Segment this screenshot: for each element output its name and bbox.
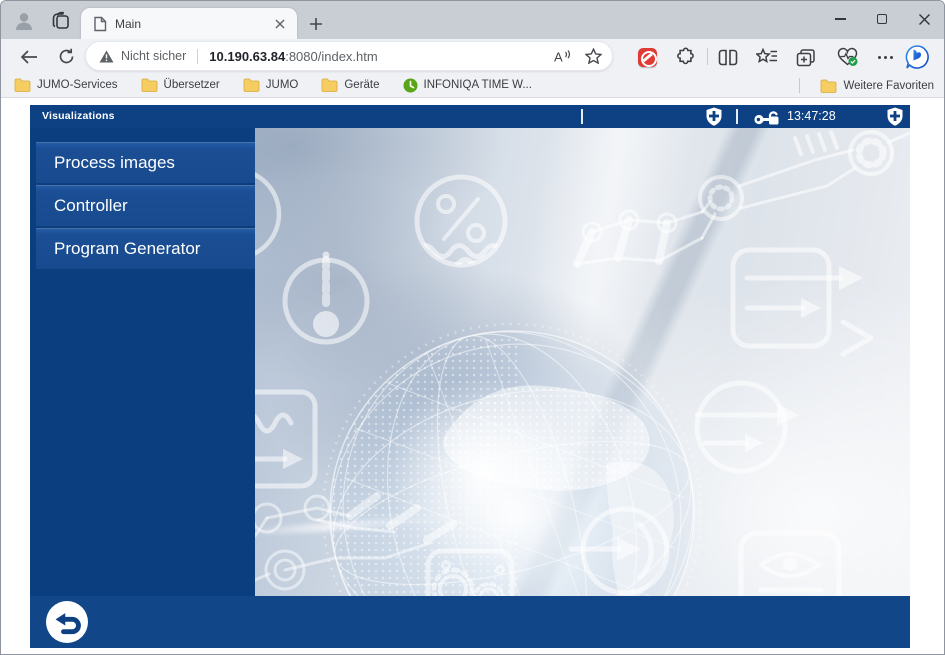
close-window-button[interactable] [907,1,941,37]
refresh-icon [58,48,75,65]
title-bar: Main [1,1,944,39]
hero-image [255,128,910,596]
collections-button[interactable] [793,44,819,70]
adblock-extension-button[interactable] [634,44,660,70]
url-path: :8080/index.htm [285,49,378,64]
humidity-percent-icon [417,177,505,271]
shield-plus-icon[interactable] [706,107,722,126]
eye-monitor-icon [741,533,839,596]
maximize-button[interactable] [865,1,899,37]
back-arrow-icon [52,607,82,637]
folder-icon [243,78,260,92]
shield-plus-icon[interactable] [887,107,903,126]
bookmark-uebersetzer[interactable]: Übersetzer [141,75,220,95]
settings-more-button[interactable] [872,44,898,70]
svg-text:A: A [554,49,563,64]
sidebar-item-process-images[interactable]: Process images [36,142,255,183]
url-host: 10.190.63.84 [209,49,285,64]
split-screen-icon [718,49,738,66]
app-header: Visualizations 13:47:28 [30,105,910,128]
back-button[interactable] [15,43,42,70]
bookmarks-divider [799,78,800,93]
header-divider [736,109,738,124]
folder-icon [820,79,837,93]
favorites-hub-button[interactable] [754,44,780,70]
bookmark-label: Geräte [344,79,379,91]
page-favicon-icon [93,16,107,32]
bookmark-jumo-services[interactable]: JUMO-Services [14,75,118,95]
iot-globe-artwork [255,128,910,596]
tab-close-button[interactable] [271,15,289,33]
tab-main[interactable]: Main [81,8,297,39]
adblock-icon [638,48,657,67]
bookmarks-bar: JUMO-Services Übersetzer JUMO Geräte INF… [1,73,944,98]
page-viewport: Visualizations 13:47:28 [1,99,944,654]
refresh-button[interactable] [53,43,80,70]
browser-window: Main [0,0,945,655]
sidebar-item-controller[interactable]: Controller [36,185,255,226]
signal-record-icon [255,392,315,486]
plus-icon [309,17,323,31]
key-unlock-icon[interactable] [754,108,780,126]
folder-icon [14,78,31,92]
add-favorite-star-icon[interactable] [585,48,602,64]
bookmark-geraete[interactable]: Geräte [321,75,379,95]
bookmark-jumo[interactable]: JUMO [243,75,299,95]
minimize-icon [835,18,846,20]
bookmark-label: JUMO-Services [37,79,118,91]
bookmark-label: Übersetzer [164,79,220,91]
toolbar-divider [707,48,708,65]
split-screen-button[interactable] [715,44,741,70]
bookmark-label: Weitere Favoriten [843,80,934,92]
app-footer [30,596,910,648]
extensions-button[interactable] [673,44,699,70]
bookmark-infoniqa[interactable]: INFONIQA TIME W... [403,75,532,95]
favorites-hub-icon [756,48,778,66]
collections-add-icon [796,48,816,67]
partial-circle-icon [255,170,279,258]
copilot-button[interactable] [904,44,930,70]
more-dots-icon [878,56,893,59]
read-aloud-icon[interactable]: A [553,49,571,64]
io-arrows-icon [733,250,871,354]
profile-button[interactable] [10,7,38,35]
page-title: Visualizations [42,105,115,128]
temperature-icon [285,252,367,343]
more-favorites-button[interactable]: Weitere Favoriten [820,76,934,96]
maximize-icon [877,14,887,24]
address-bar[interactable]: Nicht sicher 10.190.63.84 :8080/index.ht… [85,41,613,71]
url-divider [197,49,198,64]
navigation-toolbar: Nicht sicher 10.190.63.84 :8080/index.ht… [1,39,944,73]
output-arrows-circle-icon [697,383,799,471]
warning-triangle-icon[interactable] [99,50,114,63]
back-button[interactable] [46,601,88,643]
browser-essentials-button[interactable] [835,44,861,70]
security-label: Nicht sicher [121,49,186,63]
header-divider [581,109,583,124]
bookmark-label: JUMO [266,79,299,91]
close-icon [919,14,930,25]
copilot-icon [904,44,930,70]
workspaces-button[interactable] [47,7,75,35]
close-icon [275,19,285,29]
tab-title: Main [115,17,271,31]
browser-essentials-icon [837,47,859,67]
clock-display: 13:47:28 [787,105,836,128]
folder-icon [321,78,338,92]
extensions-puzzle-icon [676,47,696,67]
back-arrow-icon [20,50,38,64]
profile-icon [13,10,35,32]
jumo-web-app: Visualizations 13:47:28 [30,105,910,648]
minimize-button[interactable] [823,1,857,37]
sidebar-menu: Process images Controller Program Genera… [30,128,255,596]
robot-hand-icon [577,132,910,264]
folder-icon [141,78,158,92]
bookmark-label: INFONIQA TIME W... [424,79,532,91]
sidebar-item-program-generator[interactable]: Program Generator [36,228,255,269]
workspaces-icon [51,11,72,32]
new-tab-button[interactable] [304,12,328,36]
green-clock-icon [403,78,418,93]
